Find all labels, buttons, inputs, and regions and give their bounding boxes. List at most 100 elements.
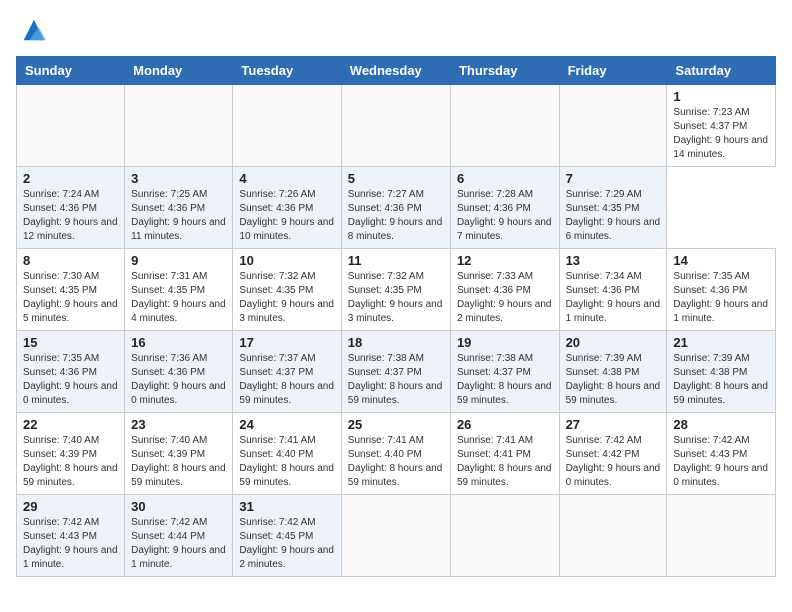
day-number: 31: [239, 499, 334, 514]
calendar-header-sunday: Sunday: [17, 57, 125, 85]
day-info: Sunrise: 7:33 AMSunset: 4:36 PMDaylight:…: [457, 270, 553, 326]
calendar-header-tuesday: Tuesday: [233, 57, 341, 85]
calendar-week-row: 29 Sunrise: 7:42 AMSunset: 4:43 PMDayligh…: [17, 495, 776, 577]
day-info: Sunrise: 7:35 AMSunset: 4:36 PMDaylight:…: [673, 270, 769, 326]
day-number: 13: [566, 253, 661, 268]
day-info: Sunrise: 7:28 AMSunset: 4:36 PMDaylight:…: [457, 188, 553, 244]
day-number: 11: [348, 253, 444, 268]
day-info: Sunrise: 7:32 AMSunset: 4:35 PMDaylight:…: [239, 270, 334, 326]
calendar-day-cell: 29 Sunrise: 7:42 AMSunset: 4:43 PMDayligh…: [17, 495, 125, 577]
day-info: Sunrise: 7:24 AMSunset: 4:36 PMDaylight:…: [23, 188, 118, 244]
calendar-empty-cell: [559, 85, 667, 167]
day-number: 4: [239, 171, 334, 186]
calendar-day-cell: 31Sunrise: 7:42 AMSunset: 4:45 PMDayligh…: [233, 495, 341, 577]
calendar-day-cell: 7 Sunrise: 7:29 AMSunset: 4:35 PMDaylight…: [559, 167, 667, 249]
calendar-empty-cell: [341, 495, 450, 577]
day-info: Sunrise: 7:26 AMSunset: 4:36 PMDaylight:…: [239, 188, 334, 244]
day-number: 8: [23, 253, 118, 268]
calendar-empty-cell: [559, 495, 667, 577]
day-info: Sunrise: 7:36 AMSunset: 4:36 PMDaylight:…: [131, 352, 226, 408]
day-info: Sunrise: 7:41 AMSunset: 4:40 PMDaylight:…: [348, 434, 444, 490]
calendar-table: SundayMondayTuesdayWednesdayThursdayFrid…: [16, 56, 776, 577]
calendar-day-cell: 4 Sunrise: 7:26 AMSunset: 4:36 PMDaylight…: [233, 167, 341, 249]
day-info: Sunrise: 7:34 AMSunset: 4:36 PMDaylight:…: [566, 270, 661, 326]
calendar-empty-cell: [450, 495, 559, 577]
day-number: 12: [457, 253, 553, 268]
calendar-week-row: 15Sunrise: 7:35 AMSunset: 4:36 PMDayligh…: [17, 331, 776, 413]
day-info: Sunrise: 7:42 AMSunset: 4:44 PMDaylight:…: [131, 516, 226, 572]
day-number: 24: [239, 417, 334, 432]
day-number: 17: [239, 335, 334, 350]
day-info: Sunrise: 7:37 AMSunset: 4:37 PMDaylight:…: [239, 352, 334, 408]
day-number: 10: [239, 253, 334, 268]
calendar-day-cell: 24 Sunrise: 7:41 AMSunset: 4:40 PMDayligh…: [233, 413, 341, 495]
day-info: Sunrise: 7:39 AMSunset: 4:38 PMDaylight:…: [673, 352, 769, 408]
day-info: Sunrise: 7:42 AMSunset: 4:43 PMDaylight:…: [673, 434, 769, 490]
calendar-empty-cell: [125, 85, 233, 167]
day-info: Sunrise: 7:41 AMSunset: 4:40 PMDaylight:…: [239, 434, 334, 490]
day-info: Sunrise: 7:39 AMSunset: 4:38 PMDaylight:…: [566, 352, 661, 408]
day-number: 14: [673, 253, 769, 268]
calendar-week-row: 8Sunrise: 7:30 AMSunset: 4:35 PMDaylight…: [17, 249, 776, 331]
calendar-day-cell: 23Sunrise: 7:40 AMSunset: 4:39 PMDayligh…: [125, 413, 233, 495]
day-number: 29: [23, 499, 118, 514]
calendar-empty-cell: [667, 495, 776, 577]
calendar-day-cell: 16Sunrise: 7:36 AMSunset: 4:36 PMDayligh…: [125, 331, 233, 413]
day-number: 1: [673, 89, 769, 104]
calendar-day-cell: 20Sunrise: 7:39 AMSunset: 4:38 PMDayligh…: [559, 331, 667, 413]
day-number: 26: [457, 417, 553, 432]
calendar-day-cell: 22 Sunrise: 7:40 AMSunset: 4:39 PMDayligh…: [17, 413, 125, 495]
calendar-week-row: 1 Sunrise: 7:23 AMSunset: 4:37 PMDaylight…: [17, 85, 776, 167]
calendar-day-cell: 1 Sunrise: 7:23 AMSunset: 4:37 PMDaylight…: [667, 85, 776, 167]
day-info: Sunrise: 7:35 AMSunset: 4:36 PMDaylight:…: [23, 352, 118, 408]
day-info: Sunrise: 7:38 AMSunset: 4:37 PMDaylight:…: [457, 352, 553, 408]
day-info: Sunrise: 7:25 AMSunset: 4:36 PMDaylight:…: [131, 188, 226, 244]
day-info: Sunrise: 7:42 AMSunset: 4:43 PMDaylight:…: [23, 516, 118, 572]
page-header: [16, 16, 776, 44]
calendar-week-row: 22 Sunrise: 7:40 AMSunset: 4:39 PMDayligh…: [17, 413, 776, 495]
day-info: Sunrise: 7:27 AMSunset: 4:36 PMDaylight:…: [348, 188, 444, 244]
calendar-header-thursday: Thursday: [450, 57, 559, 85]
calendar-day-cell: 21Sunrise: 7:39 AMSunset: 4:38 PMDayligh…: [667, 331, 776, 413]
calendar-header-friday: Friday: [559, 57, 667, 85]
day-number: 28: [673, 417, 769, 432]
calendar-day-cell: 3Sunrise: 7:25 AMSunset: 4:36 PMDaylight…: [125, 167, 233, 249]
day-number: 27: [566, 417, 661, 432]
calendar-day-cell: 14 Sunrise: 7:35 AMSunset: 4:36 PMDayligh…: [667, 249, 776, 331]
calendar-header-monday: Monday: [125, 57, 233, 85]
day-info: Sunrise: 7:23 AMSunset: 4:37 PMDaylight:…: [673, 106, 769, 162]
calendar-day-cell: 11 Sunrise: 7:32 AMSunset: 4:35 PMDayligh…: [341, 249, 450, 331]
day-info: Sunrise: 7:29 AMSunset: 4:35 PMDaylight:…: [566, 188, 661, 244]
calendar-header-saturday: Saturday: [667, 57, 776, 85]
calendar-day-cell: 6Sunrise: 7:28 AMSunset: 4:36 PMDaylight…: [450, 167, 559, 249]
calendar-day-cell: 17 Sunrise: 7:37 AMSunset: 4:37 PMDayligh…: [233, 331, 341, 413]
calendar-day-cell: 25 Sunrise: 7:41 AMSunset: 4:40 PMDayligh…: [341, 413, 450, 495]
day-info: Sunrise: 7:32 AMSunset: 4:35 PMDaylight:…: [348, 270, 444, 326]
day-info: Sunrise: 7:40 AMSunset: 4:39 PMDaylight:…: [23, 434, 118, 490]
calendar-day-cell: 9Sunrise: 7:31 AMSunset: 4:35 PMDaylight…: [125, 249, 233, 331]
calendar-day-cell: 2 Sunrise: 7:24 AMSunset: 4:36 PMDaylight…: [17, 167, 125, 249]
calendar-day-cell: 30 Sunrise: 7:42 AMSunset: 4:44 PMDayligh…: [125, 495, 233, 577]
day-info: Sunrise: 7:38 AMSunset: 4:37 PMDaylight:…: [348, 352, 444, 408]
day-number: 2: [23, 171, 118, 186]
day-number: 18: [348, 335, 444, 350]
day-number: 5: [348, 171, 444, 186]
day-number: 23: [131, 417, 226, 432]
calendar-week-row: 2 Sunrise: 7:24 AMSunset: 4:36 PMDaylight…: [17, 167, 776, 249]
calendar-day-cell: 12 Sunrise: 7:33 AMSunset: 4:36 PMDayligh…: [450, 249, 559, 331]
day-number: 7: [566, 171, 661, 186]
day-number: 25: [348, 417, 444, 432]
logo-icon: [20, 16, 48, 44]
day-number: 30: [131, 499, 226, 514]
day-number: 22: [23, 417, 118, 432]
calendar-day-cell: 27Sunrise: 7:42 AMSunset: 4:42 PMDayligh…: [559, 413, 667, 495]
day-info: Sunrise: 7:31 AMSunset: 4:35 PMDaylight:…: [131, 270, 226, 326]
calendar-day-cell: 15Sunrise: 7:35 AMSunset: 4:36 PMDayligh…: [17, 331, 125, 413]
calendar-header-wednesday: Wednesday: [341, 57, 450, 85]
calendar-day-cell: 13 Sunrise: 7:34 AMSunset: 4:36 PMDayligh…: [559, 249, 667, 331]
calendar-day-cell: 8Sunrise: 7:30 AMSunset: 4:35 PMDaylight…: [17, 249, 125, 331]
calendar-day-cell: 26 Sunrise: 7:41 AMSunset: 4:41 PMDayligh…: [450, 413, 559, 495]
calendar-day-cell: 19Sunrise: 7:38 AMSunset: 4:37 PMDayligh…: [450, 331, 559, 413]
day-info: Sunrise: 7:41 AMSunset: 4:41 PMDaylight:…: [457, 434, 553, 490]
calendar-header-row: SundayMondayTuesdayWednesdayThursdayFrid…: [17, 57, 776, 85]
